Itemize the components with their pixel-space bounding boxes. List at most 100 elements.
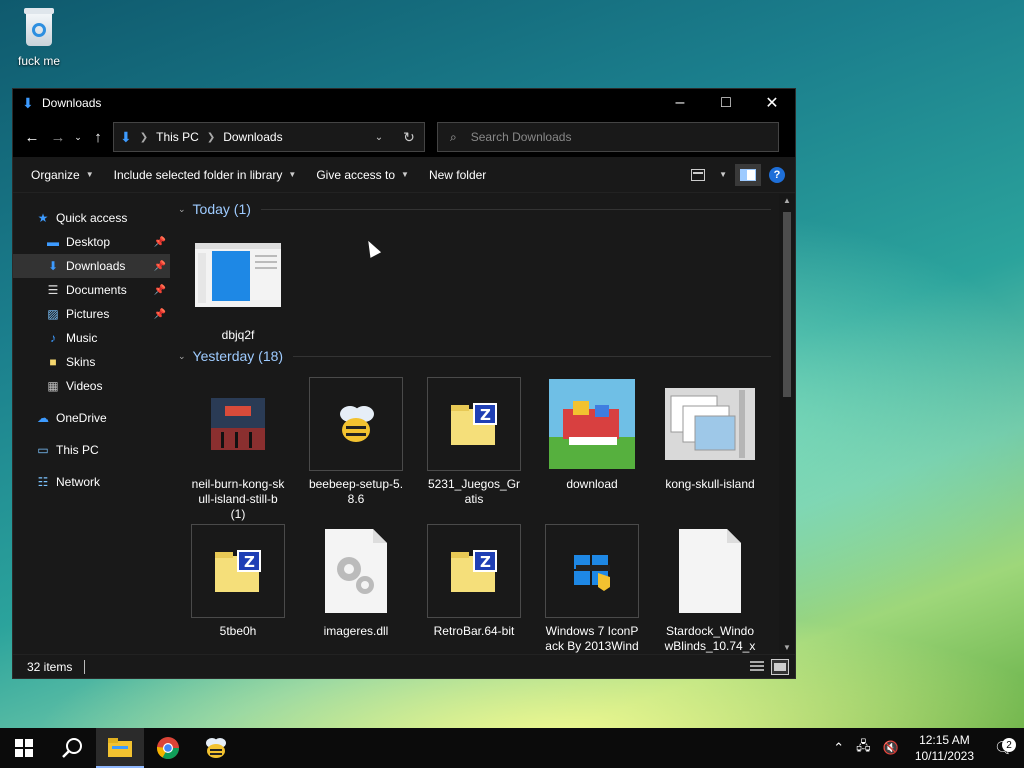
taskbar-beebeep[interactable] [192,728,240,768]
sidebar-item-quick-access[interactable]: ★ Quick access [13,206,170,230]
back-button[interactable]: ← [19,129,45,146]
action-center-button[interactable]: 🗨 2 [984,738,1024,758]
include-in-library-button[interactable]: Include selected folder in library ▼ [104,157,307,192]
large-icons-view-icon[interactable] [771,658,789,675]
sidebar-item-onedrive[interactable]: ☁ OneDrive [13,406,170,430]
change-view-button[interactable] [685,164,711,186]
title-bar[interactable]: ⬇ Downloads – □ ✕ [13,89,795,117]
folder-icon [108,738,132,757]
file-thumbnail [545,524,639,618]
group-header-yesterday[interactable]: ⌄ Yesterday (18) [178,348,772,364]
taskbar: ⌃ 🖧 🔇 12:15 AM 10/11/2023 🗨 2 [0,728,1024,768]
chevron-down-icon: ⌄ [178,203,186,214]
file-tile[interactable]: Z 5tbe0h [190,524,286,639]
file-thumbnail [663,377,757,471]
breadcrumb-this-pc[interactable]: This PC [156,130,199,144]
file-name: neil-burn-kong-skull-island-still-b (1) [191,477,285,521]
recent-locations-button[interactable]: ⌄ [71,132,85,143]
taskbar-chrome[interactable] [144,728,192,768]
search-box[interactable]: ⌕ Search Downloads [437,122,779,152]
bee-icon [206,738,226,758]
folder-icon: ■ [49,355,57,369]
status-divider [84,659,86,674]
file-tile[interactable]: beebeep-setup-5.8.6 [308,377,404,507]
sidebar-item-label: Skins [66,355,96,369]
organize-button[interactable]: Organize ▼ [21,157,104,192]
sidebar-item-label: Pictures [66,307,110,321]
caret-down-icon[interactable]: ▼ [719,170,727,179]
forward-button[interactable]: → [45,129,71,146]
file-name: Windows 7 IconPack By 2013Windows8.1 [545,624,639,653]
address-bar[interactable]: ⬇ ❯ This PC ❯ Downloads ⌄ ↻ [113,122,425,152]
sidebar-item-this-pc[interactable]: ▭ This PC [13,438,170,462]
caret-down-icon: ▼ [288,170,297,179]
file-tile[interactable]: download [544,377,640,492]
taskbar-file-explorer[interactable] [96,728,144,768]
film-icon: ▦ [47,379,59,393]
file-tile[interactable]: imageres.dll [308,524,404,639]
sidebar-item-desktop[interactable]: ▬ Desktop 📌 [13,230,170,254]
search-input[interactable]: Search Downloads [471,130,572,144]
help-button[interactable]: ? [769,166,785,183]
scroll-up-icon[interactable]: ▲ [783,196,791,205]
sidebar-item-skins[interactable]: ■ Skins [13,350,170,374]
sidebar-item-videos[interactable]: ▦ Videos [13,374,170,398]
sidebar-item-label: This PC [56,443,99,457]
sidebar-item-network[interactable]: ☷ Network [13,470,170,494]
sidebar-item-music[interactable]: ♪ Music [13,326,170,350]
recycle-bin-label: fuck me [17,54,60,68]
show-hidden-icons-chevron-icon[interactable]: ⌃ [827,740,850,756]
give-access-label: Give access to [316,167,396,182]
refresh-icon[interactable]: ↻ [394,129,424,146]
clock-time: 12:15 AM [919,733,970,747]
chrome-icon [157,737,179,759]
file-tile[interactable]: dbjq2f [190,228,286,343]
minimize-button[interactable]: – [657,89,703,117]
group-header-today[interactable]: ⌄ Today (1) [178,201,771,217]
chevron-right-icon: ❯ [206,131,216,143]
address-row: ← → ⌄ ↑ ⬇ ❯ This PC ❯ Downloads ⌄ ↻ ⌕ Se… [13,117,795,157]
maximize-button[interactable]: □ [703,89,749,117]
sidebar-item-pictures[interactable]: ▨ Pictures 📌 [13,302,170,326]
network-icon[interactable]: 🖧 [850,737,877,759]
search-button[interactable] [48,728,96,768]
network-icon: ☷ [37,475,49,489]
file-tile[interactable]: Z 5231_Juegos_Gratis [426,377,522,507]
file-name: 5tbe0h [219,624,257,638]
recycle-bin-desktop-icon[interactable]: fuck me [8,6,70,68]
pin-icon: 📌 [153,260,166,272]
vertical-scrollbar[interactable]: ▲ ▼ [779,194,795,654]
file-tile[interactable]: Z RetroBar.64-bit [426,524,522,639]
scrollbar-thumb[interactable] [783,212,791,397]
search-icon [62,738,82,758]
up-button[interactable]: ↑ [85,129,111,146]
file-tile[interactable]: kong-skull-island [662,377,758,492]
volume-muted-icon[interactable]: 🔇 [877,740,905,756]
include-label: Include selected folder in library [113,167,283,182]
scroll-down-icon[interactable]: ▼ [783,643,791,652]
pin-icon: 📌 [153,236,166,248]
clock[interactable]: 12:15 AM 10/11/2023 [905,732,984,764]
sidebar-item-label: OneDrive [56,411,107,425]
file-tile[interactable]: Windows 7 IconPack By 2013Windows8.1 [544,524,640,654]
sidebar-item-downloads[interactable]: ⬇ Downloads 📌 [13,254,170,278]
preview-pane-button[interactable] [735,163,761,186]
file-name: beebeep-setup-5.8.6 [308,477,404,506]
file-thumbnail [309,377,403,471]
close-button[interactable]: ✕ [749,89,795,117]
start-button[interactable] [0,728,48,768]
give-access-button[interactable]: Give access to ▼ [306,157,419,192]
address-dropdown-icon[interactable]: ⌄ [364,132,394,143]
file-tile[interactable]: Stardock_WindowBlinds_10.74_x64_2019_ENG… [662,524,758,654]
breadcrumb-downloads[interactable]: Downloads [223,130,282,144]
file-tile[interactable]: neil-burn-kong-skull-island-still-b (1) [190,377,286,522]
downloads-arrow-icon: ⬇ [120,128,132,145]
sidebar-item-label: Videos [66,379,103,393]
pin-icon: 📌 [153,308,166,320]
sidebar-item-documents[interactable]: ☰ Documents 📌 [13,278,170,302]
new-folder-button[interactable]: New folder [419,157,496,192]
file-name: imageres.dll [323,624,389,638]
details-view-icon[interactable] [749,659,765,673]
group-title: Today (1) [192,201,251,217]
svg-text:Z: Z [480,406,491,424]
